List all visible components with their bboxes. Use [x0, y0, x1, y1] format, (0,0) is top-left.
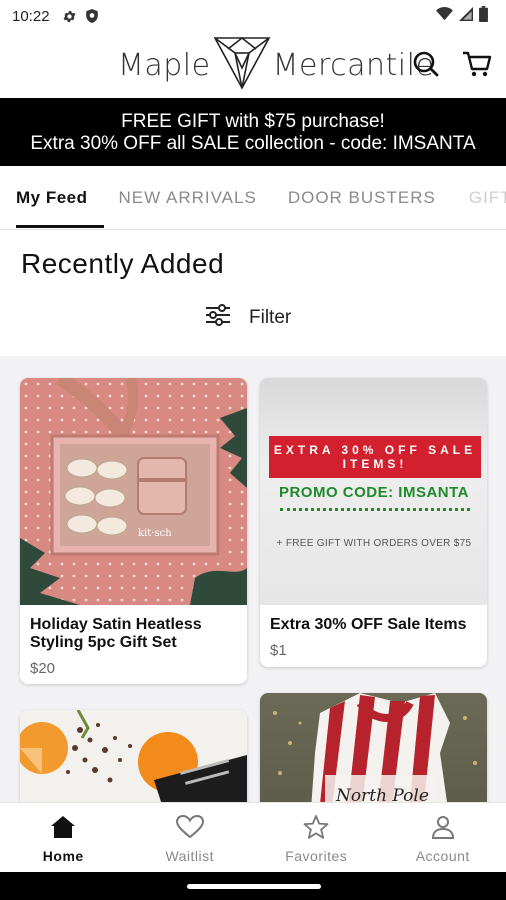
tab-gift[interactable]: GIFT — [452, 166, 506, 229]
svg-text:kit·sch: kit·sch — [138, 528, 172, 539]
person-icon — [431, 815, 455, 842]
product-name: Holiday Satin Heatless Styling 5pc Gift … — [30, 616, 202, 651]
tab-new-arrivals[interactable]: NEW ARRIVALS — [104, 166, 273, 229]
product-name: Extra 30% OFF Sale Items — [270, 616, 467, 633]
product-card[interactable]: North Pole — [260, 693, 487, 802]
tea-oranges-image — [20, 710, 247, 802]
brand-logo[interactable]: Maple Mercantile — [118, 34, 434, 96]
banner-line-2: Extra 30% OFF all SALE collection - code… — [30, 133, 476, 154]
status-bar: 10:22 — [0, 0, 506, 32]
cart-icon[interactable] — [462, 50, 492, 83]
category-tabs: My Feed NEW ARRIVALS DOOR BUSTERS GIFT — [0, 166, 506, 230]
product-grid: kit·sch Holiday Satin Heatless Styling 5… — [0, 356, 506, 802]
promo-sub-text: + FREE GIFT WITH ORDERS OVER $75 — [276, 538, 472, 549]
star-icon — [303, 815, 329, 842]
filter-button[interactable]: Filter — [205, 304, 291, 332]
status-time: 10:22 — [12, 7, 50, 25]
gear-icon — [62, 9, 77, 24]
tab-door-busters[interactable]: DOOR BUSTERS — [273, 166, 452, 229]
product-price: $20 — [30, 660, 56, 677]
signal-icon — [459, 7, 473, 25]
promo-red-text: EXTRA 30% OFF SALE ITEMS! — [269, 436, 481, 478]
home-gesture-handle[interactable] — [187, 884, 321, 889]
promo-divider — [280, 508, 470, 511]
system-nav-bar — [0, 872, 506, 900]
nav-waitlist-label: Waitlist — [165, 848, 215, 864]
nav-account-label: Account — [415, 848, 470, 864]
nav-home[interactable]: Home — [0, 803, 127, 872]
home-icon — [50, 815, 76, 842]
heart-icon — [175, 814, 204, 842]
logo-text-left: Maple — [118, 47, 211, 83]
logo-text-right: Mercantile — [272, 47, 435, 83]
sliders-icon — [205, 304, 231, 332]
product-card[interactable]: EXTRA 30% OFF SALE ITEMS! PROMO CODE: IM… — [260, 378, 487, 667]
shield-icon — [85, 8, 99, 24]
sack-label: North Pole — [335, 786, 429, 802]
santa-sack-image: North Pole — [260, 693, 487, 802]
gift-box-image: kit·sch — [20, 378, 247, 605]
product-card[interactable] — [20, 710, 247, 802]
filter-label: Filter — [249, 307, 292, 328]
nav-waitlist[interactable]: Waitlist — [127, 803, 254, 872]
tab-my-feed[interactable]: My Feed — [0, 166, 104, 229]
banner-line-1: FREE GIFT with $75 purchase! — [121, 111, 385, 132]
nav-account[interactable]: Account — [380, 803, 506, 872]
nav-home-label: Home — [42, 848, 84, 864]
nav-favorites[interactable]: Favorites — [253, 803, 380, 872]
product-price: $1 — [270, 642, 287, 659]
wifi-icon — [436, 7, 453, 25]
app-header: Maple Mercantile — [0, 32, 506, 98]
promo-banner[interactable]: FREE GIFT with $75 purchase! Extra 30% O… — [0, 98, 506, 166]
battery-icon — [479, 6, 488, 26]
search-icon[interactable] — [412, 50, 440, 83]
section-title: Recently Added — [21, 248, 225, 279]
bottom-nav: Home Waitlist Favorites Account — [0, 802, 506, 872]
promo-image: EXTRA 30% OFF SALE ITEMS! PROMO CODE: IM… — [260, 378, 487, 605]
nav-favorites-label: Favorites — [285, 848, 348, 864]
promo-code-text: PROMO CODE: IMSANTA — [278, 484, 470, 501]
logo-mark-icon — [213, 35, 271, 96]
product-card[interactable]: kit·sch Holiday Satin Heatless Styling 5… — [20, 378, 247, 684]
